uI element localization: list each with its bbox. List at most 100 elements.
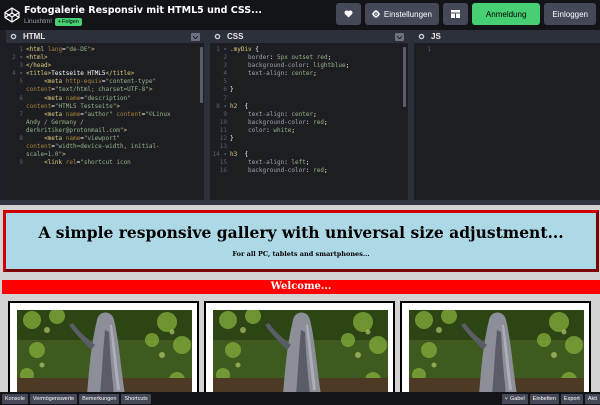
- code-line[interactable]: 6}: [210, 86, 408, 94]
- code-line[interactable]: 8 ▾ h2 {: [210, 103, 408, 111]
- signup-button[interactable]: Anmeldung: [471, 3, 541, 25]
- gallery-image-tree[interactable]: [17, 310, 192, 392]
- result-preview: A simple responsive gallery with univers…: [0, 205, 600, 392]
- share-button[interactable]: Akti: [584, 393, 600, 404]
- line-number: [6, 127, 26, 135]
- css-scrollbar[interactable]: [403, 47, 406, 107]
- gallery-image-tree[interactable]: [409, 310, 584, 392]
- html-settings-gear-icon[interactable]: [10, 33, 18, 41]
- code-line[interactable]: 14 ▾ h3 {: [210, 151, 408, 159]
- code-text: <meta name="viewport": [44, 135, 120, 143]
- code-text: content="text/html; charset=UTF-8">: [26, 86, 153, 94]
- code-line[interactable]: content="text/html; charset=UTF-8">: [6, 86, 204, 94]
- comments-button[interactable]: Bemerkungen: [79, 393, 120, 404]
- settings-label: Einstellungen: [383, 9, 432, 19]
- gallery-card[interactable]: [204, 301, 395, 392]
- code-line[interactable]: 12}: [210, 135, 408, 143]
- assets-button[interactable]: Vermögenswerte: [29, 393, 78, 404]
- fork-label: Gabel: [509, 395, 525, 402]
- settings-button[interactable]: Einstellungen: [364, 3, 439, 25]
- gallery-card[interactable]: [8, 301, 199, 392]
- pen-title[interactable]: Fotogalerie Responsiv mit HTML5 und CSS.…: [24, 5, 262, 17]
- code-line[interactable]: 1 <html lang="de-DE">: [6, 46, 204, 54]
- code-text: <html lang="de-DE">: [26, 46, 95, 53]
- js-editor[interactable]: JS 1: [414, 30, 600, 200]
- html-dropdown-chevron-icon[interactable]: [191, 33, 200, 41]
- code-text: background-color: lightblue;: [230, 62, 350, 70]
- layout-button[interactable]: [442, 3, 468, 25]
- line-number: 2: [223, 54, 227, 62]
- code-line[interactable]: 7 <meta name="author" content="©Linux: [6, 111, 204, 119]
- codepen-logo-icon[interactable]: [2, 5, 22, 25]
- css-editor[interactable]: CSS 1 ▾ .myDiv {2 border: 5px outset red;…: [210, 30, 408, 200]
- js-code[interactable]: 1: [414, 43, 600, 54]
- gallery-image-tree[interactable]: [213, 310, 388, 392]
- code-line[interactable]: 3 </head>: [6, 62, 204, 70]
- html-code[interactable]: 1 <html lang="de-DE"> 2 ▾ <html> 3 </head> 4 ▾…: [6, 43, 204, 167]
- code-line[interactable]: 9 <link rel="shortcut icon: [6, 159, 204, 167]
- code-line[interactable]: 10 background-color: red;: [210, 119, 408, 127]
- code-line[interactable]: 2 ▾ <html>: [6, 54, 204, 62]
- code-line[interactable]: 4 text-align: center;: [210, 70, 408, 78]
- js-settings-gear-icon[interactable]: [418, 33, 426, 41]
- code-text: <meta name="description": [44, 94, 131, 102]
- editor-panes: HTML 1 <html lang="de-DE"> 2 ▾ <html> 3 </hea…: [0, 30, 600, 200]
- embed-button[interactable]: Einbetten: [529, 393, 559, 404]
- line-number: 4: [223, 70, 227, 78]
- code-line[interactable]: 3 background-color: lightblue;: [210, 62, 408, 70]
- line-number: 5: [223, 78, 227, 86]
- gear-icon: [371, 10, 380, 18]
- line-number: 7: [19, 110, 23, 118]
- code-line[interactable]: 1 ▾ .myDiv {: [210, 46, 408, 54]
- code-text: border: 5px outset red;: [230, 54, 332, 62]
- console-button[interactable]: Konsole: [2, 393, 28, 404]
- line-number: 12: [219, 135, 227, 143]
- code-line[interactable]: 13: [210, 143, 408, 151]
- code-line[interactable]: 16 background-color: red;: [210, 167, 408, 175]
- line-number: 11: [219, 126, 227, 134]
- html-editor[interactable]: HTML 1 <html lang="de-DE"> 2 ▾ <html> 3 </hea…: [6, 30, 204, 200]
- code-line[interactable]: Andy / Germany /: [6, 119, 204, 127]
- code-line[interactable]: 8 <meta name="viewport": [6, 135, 204, 143]
- code-text: <link rel="shortcut icon: [44, 159, 131, 167]
- preview-heading: A simple responsive gallery with univers…: [38, 223, 564, 242]
- code-line[interactable]: 1: [414, 46, 600, 54]
- html-editor-label: HTML: [23, 32, 46, 41]
- code-line[interactable]: 11 color: white;: [210, 127, 408, 135]
- code-line[interactable]: 5 <meta http-equiv="content-type": [6, 78, 204, 86]
- code-text: <html>: [26, 54, 48, 62]
- code-text: content="HTML5 Testseite">: [26, 102, 120, 110]
- line-number: 1: [19, 46, 23, 53]
- gallery-card[interactable]: [400, 301, 591, 392]
- code-line[interactable]: 15 text-align: left;: [210, 159, 408, 167]
- code-line[interactable]: content="width=device-width, initial-: [6, 143, 204, 151]
- code-text: Andy / Germany /: [26, 118, 84, 126]
- follow-button[interactable]: + Folgen: [54, 17, 82, 26]
- html-scrollbar[interactable]: [200, 47, 203, 103]
- export-button[interactable]: Export: [560, 393, 583, 404]
- line-number: [6, 103, 26, 111]
- code-line[interactable]: derkritiker@protonmail.com">: [6, 127, 204, 135]
- code-line[interactable]: 2 border: 5px outset red;: [210, 54, 408, 62]
- code-line[interactable]: 4 ▾ <title>Testseite HTML5</title>: [6, 70, 204, 78]
- css-code[interactable]: 1 ▾ .myDiv {2 border: 5px outset red; 3 ba…: [210, 43, 408, 176]
- author-name[interactable]: Linuxhtml: [24, 18, 52, 25]
- code-line[interactable]: 5: [210, 78, 408, 86]
- code-line[interactable]: 9 text-align: center;: [210, 111, 408, 119]
- css-dropdown-chevron-icon[interactable]: [395, 33, 404, 41]
- code-line[interactable]: 7: [210, 95, 408, 103]
- css-settings-gear-icon[interactable]: [214, 33, 222, 41]
- login-button[interactable]: Einloggen: [544, 3, 596, 25]
- shortcuts-button[interactable]: Shortcuts: [121, 393, 151, 404]
- code-line[interactable]: content="HTML5 Testseite">: [6, 103, 204, 111]
- code-line[interactable]: 6 <meta name="description": [6, 95, 204, 103]
- fork-button[interactable]: ⑂ Gabel: [501, 393, 528, 404]
- line-number: 6: [223, 86, 227, 94]
- code-text: }: [230, 86, 234, 94]
- author-row: Linuxhtml + Folgen: [24, 17, 262, 26]
- code-text: content="width=device-width, initial-: [26, 143, 160, 151]
- line-number: 2 ▾: [12, 54, 23, 62]
- layout-icon: [450, 10, 460, 18]
- like-button[interactable]: [335, 3, 361, 25]
- code-line[interactable]: scale=1.0">: [6, 151, 204, 159]
